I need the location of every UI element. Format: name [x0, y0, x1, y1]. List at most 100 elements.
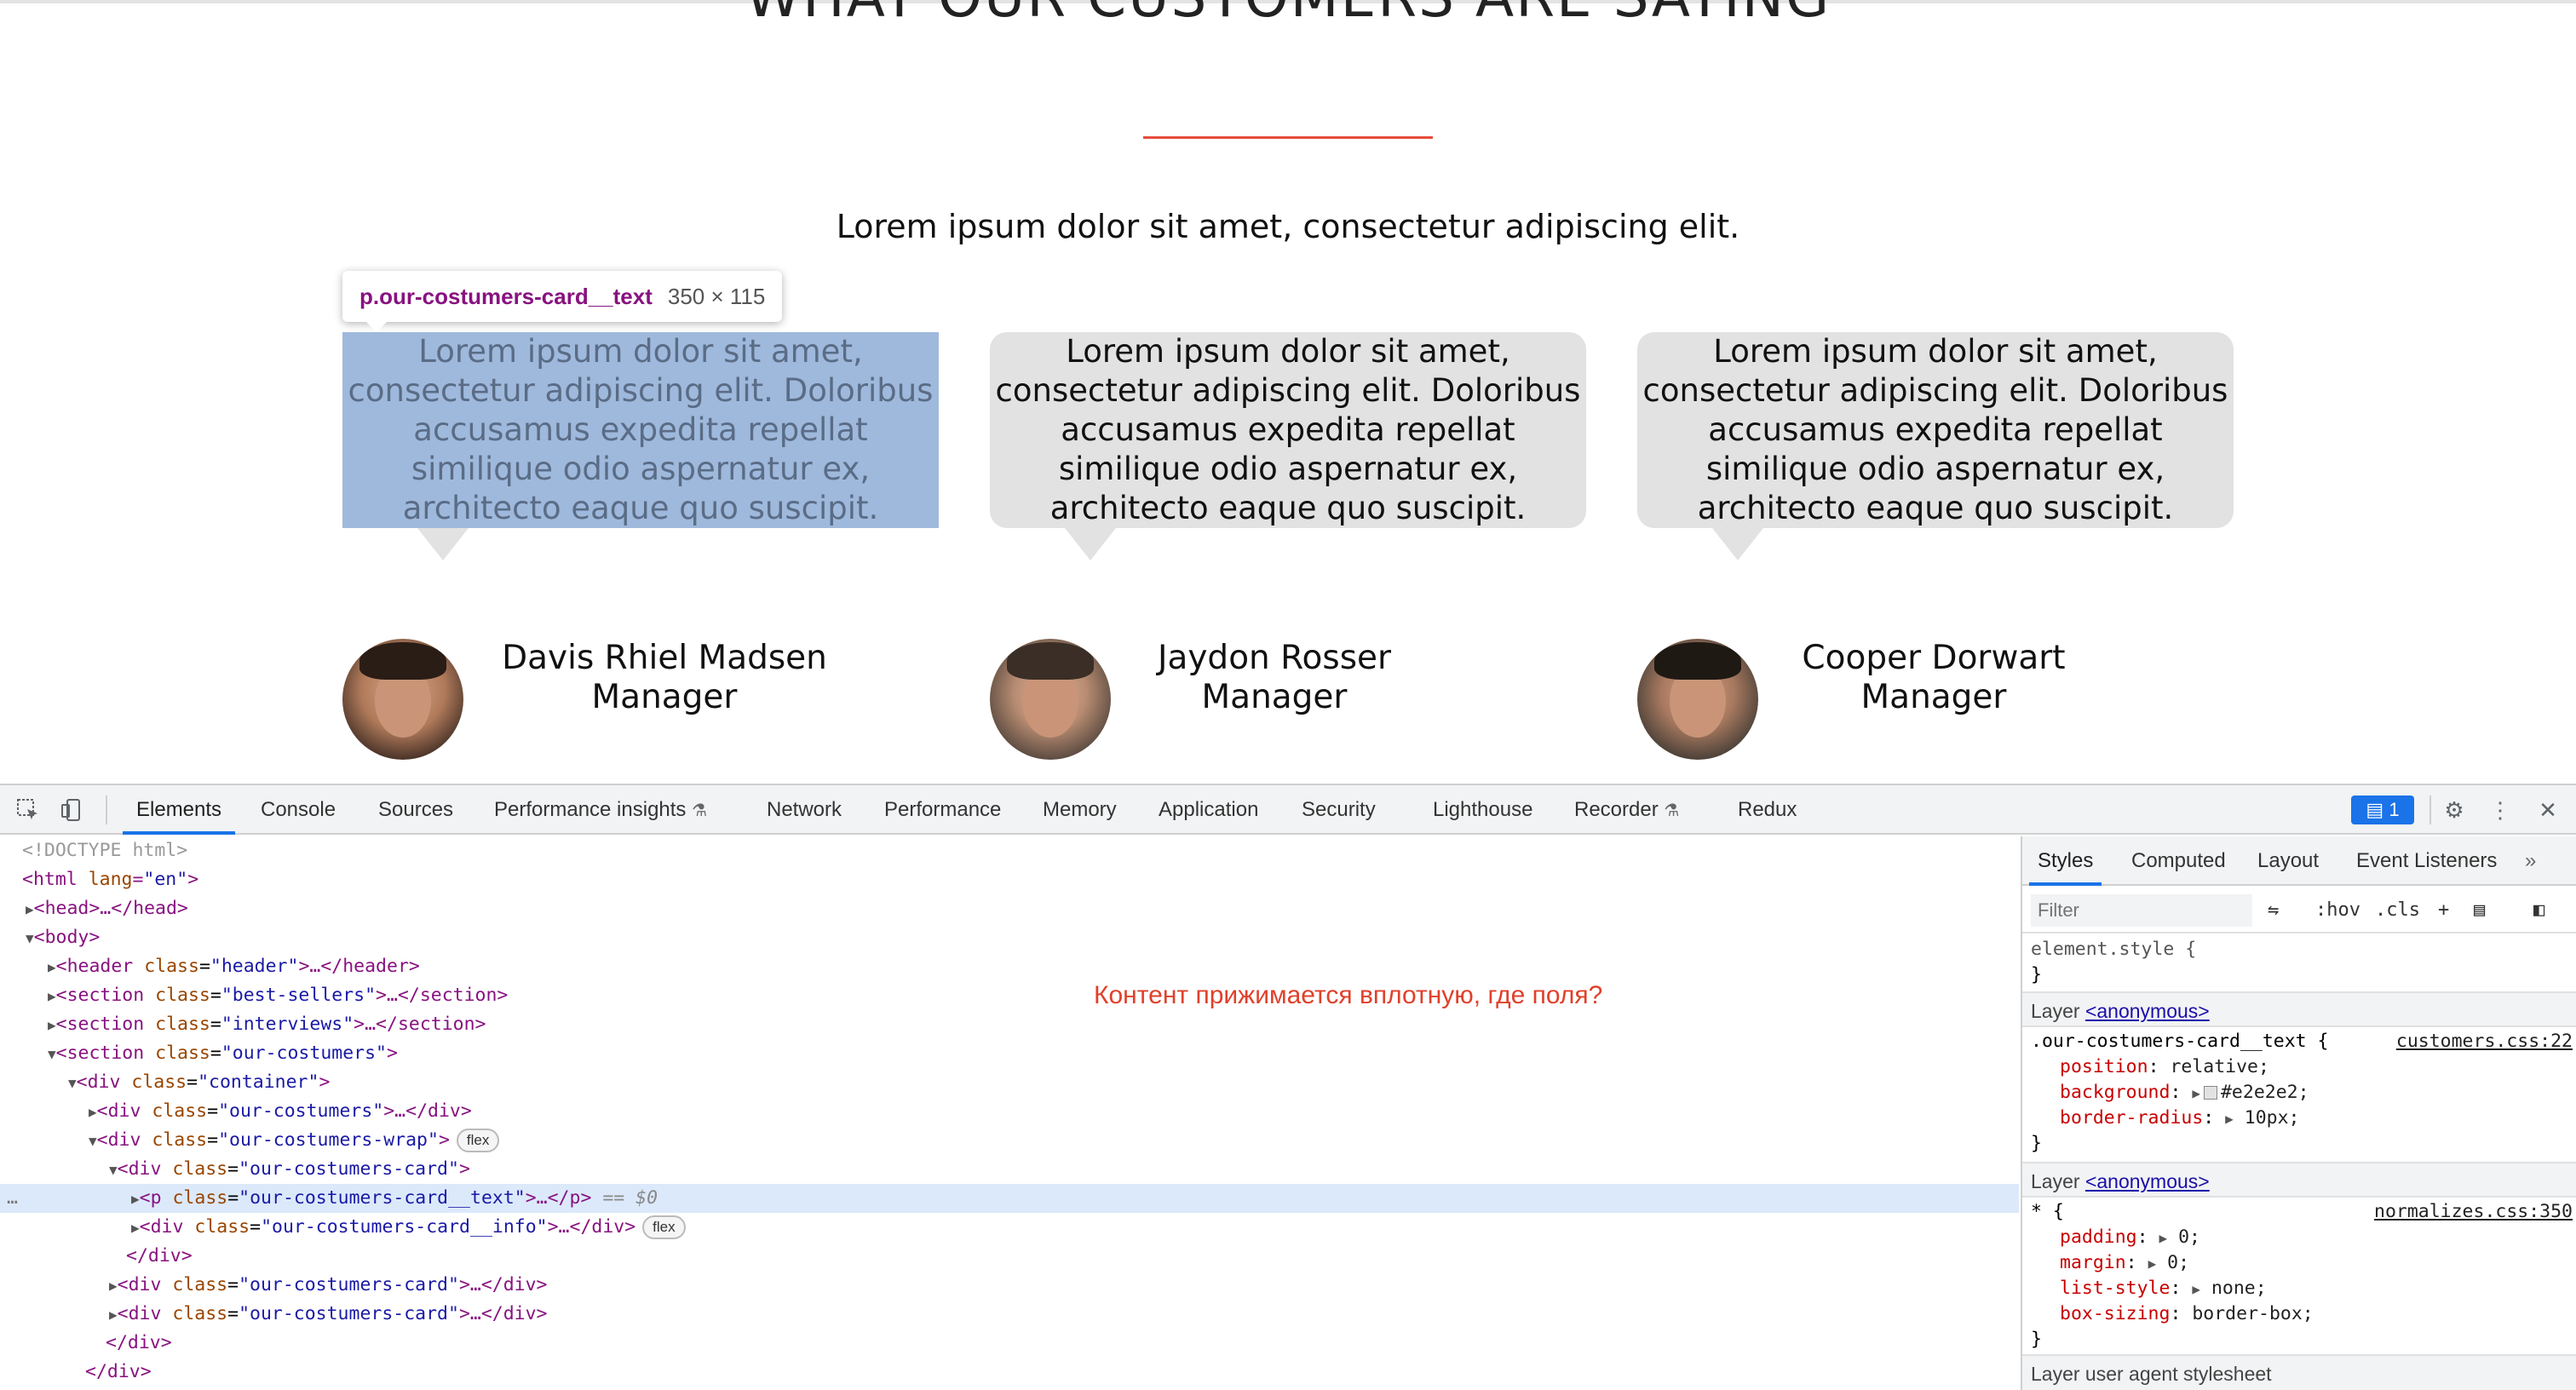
css-property[interactable]: box-sizing: border-box;: [2060, 1301, 2314, 1327]
collapse-triangle-icon[interactable]: ▼: [0, 1046, 56, 1062]
testimonial-text-2[interactable]: Lorem ipsum dolor sit amet, consectetur …: [990, 332, 1586, 528]
testimonial-line: similique odio aspernatur ex,: [411, 451, 871, 487]
expand-triangle-icon[interactable]: ▶: [2192, 1085, 2200, 1101]
dom-node-body[interactable]: ▼<body>: [0, 923, 2019, 952]
css-property[interactable]: border-radius: ▶ 10px;: [2060, 1106, 2300, 1131]
tab-elements[interactable]: Elements: [123, 785, 236, 835]
testimonial-line: Lorem ipsum dolor sit amet,: [1713, 333, 2158, 370]
tab-recorder[interactable]: Recorder ⚗: [1574, 785, 1679, 835]
rule-selector[interactable]: * {: [2031, 1199, 2064, 1225]
collapse-triangle-icon[interactable]: ▼: [0, 930, 34, 946]
expand-triangle-icon[interactable]: ▶: [2159, 1230, 2168, 1246]
expand-triangle-icon[interactable]: ▶: [2148, 1255, 2157, 1272]
expand-triangle-icon[interactable]: ▶: [0, 1104, 97, 1120]
css-property[interactable]: margin: ▶ 0;: [2060, 1250, 2189, 1276]
tab-event-listeners[interactable]: Event Listeners: [2356, 836, 2497, 886]
tab-application[interactable]: Application: [1159, 785, 1258, 835]
expand-triangle-icon[interactable]: ▶: [0, 1220, 140, 1236]
tab-lighthouse[interactable]: Lighthouse: [1433, 785, 1532, 835]
expand-triangle-icon[interactable]: ▶: [0, 901, 34, 917]
tab-performance-insights[interactable]: Performance insights ⚗: [494, 785, 707, 835]
more-options-icon[interactable]: ⋮: [2487, 797, 2513, 823]
section-subtitle: Lorem ipsum dolor sit amet, consectetur …: [836, 208, 1740, 245]
dom-node-close-div[interactable]: </div>: [0, 1358, 2019, 1387]
page-viewport: WHAT OUR CUSTOMERS ARE SAYING Lorem ipsu…: [0, 0, 2576, 784]
dom-node-close-div[interactable]: </div>: [0, 1242, 2019, 1271]
hov-button[interactable]: :hov: [2315, 898, 2360, 923]
paint-icon[interactable]: ▤: [2474, 898, 2485, 923]
rule-selector[interactable]: .our-costumers-card__text {: [2031, 1029, 2329, 1054]
close-icon[interactable]: ✕: [2535, 797, 2561, 823]
collapse-triangle-icon[interactable]: ▼: [0, 1075, 77, 1091]
attr-value: "our-costumers": [221, 1042, 387, 1064]
styles-tabs: Styles Computed Layout Event Listeners »: [2022, 836, 2576, 886]
source-link[interactable]: customers.css:22: [2396, 1029, 2573, 1054]
tab-layout[interactable]: Layout: [2257, 836, 2319, 886]
rendering-toggle-icon[interactable]: ⇋: [2268, 898, 2279, 923]
issues-badge[interactable]: ▤ 1: [2351, 796, 2414, 824]
toggle-sidebar-icon[interactable]: ◧: [2533, 898, 2544, 923]
styles-filter-input[interactable]: [2031, 894, 2252, 927]
collapse-triangle-icon[interactable]: ▼: [0, 1133, 97, 1149]
source-link[interactable]: normalizes.css:350: [2374, 1199, 2573, 1225]
flex-badge[interactable]: flex: [456, 1129, 500, 1152]
dom-node-close-div[interactable]: </div>: [0, 1329, 2019, 1358]
dom-node-card[interactable]: ▶<div class="our-costumers-card">…</div>: [0, 1271, 2019, 1300]
dom-node-html[interactable]: <html lang="en">: [0, 865, 2019, 894]
settings-gear-icon[interactable]: ⚙: [2441, 797, 2467, 823]
flex-badge[interactable]: flex: [642, 1215, 686, 1239]
css-property[interactable]: list-style: ▶ none;: [2060, 1276, 2267, 1301]
more-dots-icon[interactable]: …: [7, 1184, 18, 1213]
dom-node-head[interactable]: ▶<head>…</head>: [0, 894, 2019, 923]
tag-name: html: [32, 869, 78, 890]
expand-triangle-icon[interactable]: ▶: [0, 1278, 118, 1294]
tag-name: <head>…</head>: [33, 898, 188, 919]
testimonial-text-3[interactable]: Lorem ipsum dolor sit amet, consectetur …: [1637, 332, 2234, 528]
dom-node-container[interactable]: ▼<div class="container">: [0, 1068, 2019, 1097]
more-tabs-icon[interactable]: »: [2525, 836, 2536, 886]
collapse-triangle-icon[interactable]: ▼: [0, 1162, 118, 1178]
tab-memory[interactable]: Memory: [1043, 785, 1117, 835]
expand-triangle-icon[interactable]: ▶: [0, 988, 56, 1004]
tab-console[interactable]: Console: [261, 785, 336, 835]
css-property[interactable]: background: ▶ #e2e2e2;: [2060, 1080, 2309, 1106]
expand-triangle-icon[interactable]: ▶: [0, 1017, 56, 1033]
dom-node-header[interactable]: ▶<header class="header">…</header>: [0, 952, 2019, 981]
dom-node-wrap[interactable]: ▼<div class="our-costumers-wrap"> flex: [0, 1126, 2019, 1155]
expand-triangle-icon[interactable]: ▶: [0, 1191, 140, 1207]
css-property[interactable]: padding: ▶ 0;: [2060, 1225, 2200, 1250]
expand-triangle-icon[interactable]: ▶: [2192, 1281, 2200, 1297]
element-style-selector[interactable]: element.style {: [2031, 937, 2196, 962]
tab-security[interactable]: Security: [1302, 785, 1376, 835]
avatar: [342, 639, 463, 760]
expand-triangle-icon[interactable]: ▶: [0, 959, 56, 975]
color-swatch[interactable]: [2203, 1086, 2217, 1100]
expand-triangle-icon[interactable]: ▶: [0, 1307, 118, 1323]
dom-node-card[interactable]: ▶<div class="our-costumers-card">…</div>: [0, 1300, 2019, 1329]
dom-node-card-info[interactable]: ▶<div class="our-costumers-card__info">……: [0, 1213, 2019, 1242]
dom-node-section-best-sellers[interactable]: ▶<section class="best-sellers">…</sectio…: [0, 981, 2019, 1010]
inspect-element-icon[interactable]: [15, 797, 41, 823]
tab-sources[interactable]: Sources: [378, 785, 453, 835]
dom-node-section-interviews[interactable]: ▶<section class="interviews">…</section>: [0, 1010, 2019, 1039]
dom-node-section-our-costumers[interactable]: ▼<section class="our-costumers">: [0, 1039, 2019, 1068]
testimonial-text-1[interactable]: Lorem ipsum dolor sit amet, consectetur …: [342, 332, 939, 528]
cls-button[interactable]: .cls: [2375, 898, 2420, 923]
tab-styles[interactable]: Styles: [2029, 836, 2102, 886]
tab-network[interactable]: Network: [767, 785, 842, 835]
new-rule-icon[interactable]: +: [2438, 898, 2449, 923]
dom-node-card-text-selected[interactable]: … ▶<p class="our-costumers-card__text">…<…: [0, 1184, 2019, 1213]
tab-redux[interactable]: Redux: [1738, 785, 1797, 835]
expand-triangle-icon[interactable]: ▶: [2225, 1111, 2234, 1127]
layer-anonymous-link[interactable]: <anonymous>: [2085, 1170, 2210, 1192]
dom-node-card[interactable]: ▼<div class="our-costumers-card">: [0, 1155, 2019, 1184]
testimonial-line: accusamus expedita repellat: [1708, 411, 2163, 448]
device-toolbar-icon[interactable]: [60, 797, 85, 823]
layer-anonymous-link[interactable]: <anonymous>: [2085, 1000, 2210, 1022]
dom-node-doctype[interactable]: <!DOCTYPE html>: [0, 836, 2019, 865]
tab-computed[interactable]: Computed: [2131, 836, 2226, 886]
testimonial-line: consectetur adipiscing elit. Doloribus: [348, 372, 934, 409]
css-property[interactable]: position: relative;: [2060, 1054, 2269, 1080]
dom-node-our-costumers-div[interactable]: ▶<div class="our-costumers">…</div>: [0, 1097, 2019, 1126]
tab-performance[interactable]: Performance: [884, 785, 1001, 835]
